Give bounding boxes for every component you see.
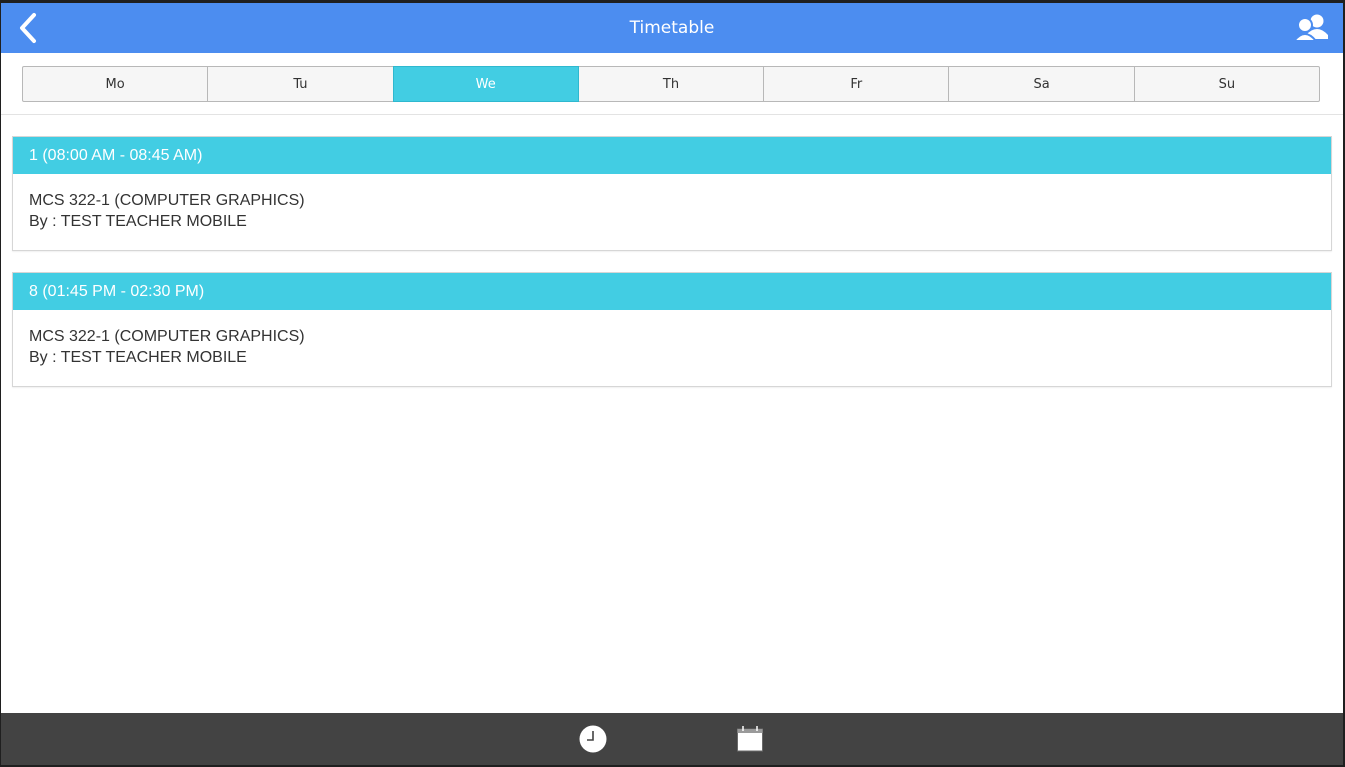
clock-button[interactable]	[577, 723, 609, 755]
day-tab-sa[interactable]: Sa	[948, 66, 1135, 102]
day-tab-th[interactable]: Th	[577, 66, 765, 102]
period-time-header: 8 (01:45 PM - 02:30 PM)	[13, 273, 1331, 310]
period-time-header: 1 (08:00 AM - 08:45 AM)	[13, 137, 1331, 174]
calendar-icon	[737, 726, 763, 752]
day-tab-fr[interactable]: Fr	[763, 66, 950, 102]
period-details: MCS 322-1 (COMPUTER GRAPHICS) By : TEST …	[13, 174, 1331, 250]
app-header: Timetable	[1, 3, 1343, 53]
day-tab-tu[interactable]: Tu	[207, 66, 394, 102]
day-selector: Mo Tu We Th Fr Sa Su	[1, 53, 1343, 115]
period-card[interactable]: 8 (01:45 PM - 02:30 PM) MCS 322-1 (COMPU…	[12, 272, 1332, 387]
bottom-nav	[1, 713, 1343, 765]
timetable-screen: Timetable Mo Tu We Th Fr Sa Su 1 (08:00 …	[1, 3, 1343, 765]
period-list: 1 (08:00 AM - 08:45 AM) MCS 322-1 (COMPU…	[12, 136, 1332, 408]
period-subject: MCS 322-1 (COMPUTER GRAPHICS)	[29, 192, 305, 209]
period-subject: MCS 322-1 (COMPUTER GRAPHICS)	[29, 328, 305, 345]
period-card[interactable]: 1 (08:00 AM - 08:45 AM) MCS 322-1 (COMPU…	[12, 136, 1332, 251]
calendar-button[interactable]	[734, 723, 766, 755]
period-teacher: By : TEST TEACHER MOBILE	[29, 349, 247, 366]
period-details: MCS 322-1 (COMPUTER GRAPHICS) By : TEST …	[13, 310, 1331, 386]
period-teacher: By : TEST TEACHER MOBILE	[29, 213, 247, 230]
day-tab-mo[interactable]: Mo	[22, 66, 209, 102]
day-tab-su[interactable]: Su	[1133, 66, 1320, 102]
day-tab-we[interactable]: We	[392, 66, 579, 102]
users-icon	[1293, 14, 1328, 42]
profile-button[interactable]	[1291, 9, 1331, 47]
clock-icon	[579, 725, 607, 753]
day-tabs: Mo Tu We Th Fr Sa Su	[22, 66, 1320, 102]
page-title: Timetable	[629, 18, 715, 38]
